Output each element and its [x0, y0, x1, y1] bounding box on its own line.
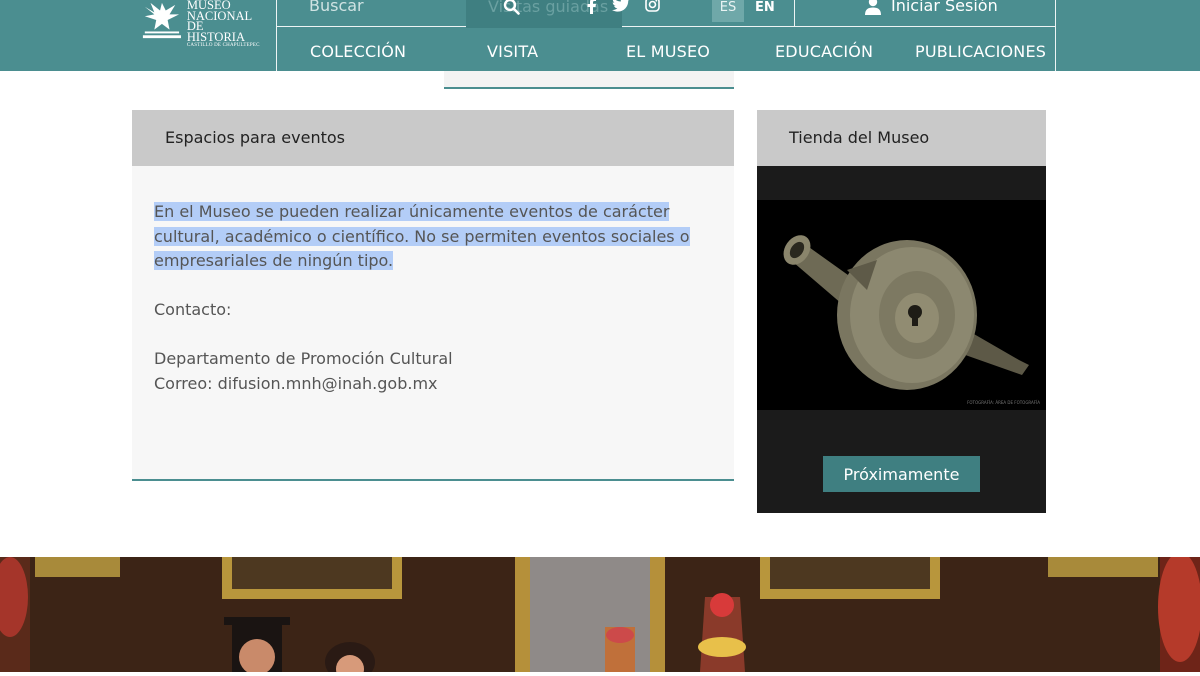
events-panel-title: Espacios para eventos — [132, 110, 734, 166]
user-icon — [865, 0, 881, 15]
login-link[interactable]: Iniciar Sesión — [864, 0, 998, 15]
product-image[interactable]: FOTOGRAFÍA: ÁREA DE FOTOGRAFÍA — [757, 200, 1046, 410]
twitter-icon[interactable] — [612, 0, 630, 16]
contact-email[interactable]: Correo: difusion.mnh@inah.gob.mx — [154, 372, 712, 397]
coming-soon-button[interactable]: Próximamente — [823, 456, 980, 492]
login-label: Iniciar Sesión — [891, 0, 998, 15]
banner-painting — [0, 552, 1200, 676]
events-panel-body: En el Museo se pueden realizar únicament… — [132, 166, 734, 396]
header-divider — [1055, 0, 1056, 71]
cannon-artifact-image — [783, 235, 1029, 390]
logo-line-3: DE HISTORIA — [186, 19, 245, 44]
dropdown-remnant — [444, 71, 734, 89]
language-es-button[interactable]: ES — [712, 0, 744, 22]
logo-subtitle: CASTILLO DE CHAPULTEPEC — [186, 43, 260, 48]
museum-logo[interactable]: MUSEO NACIONAL DE HISTORIA CASTILLO DE C… — [141, 0, 261, 48]
search-icon[interactable] — [503, 0, 520, 19]
historical-painting-image — [0, 552, 1200, 676]
store-panel: Tienda del Museo FOTOGRAFÍA: ÁREA DE FOT… — [757, 110, 1046, 513]
header-divider — [277, 26, 1055, 27]
department-name: Departamento de Promoción Cultural — [154, 349, 453, 368]
store-panel-title: Tienda del Museo — [757, 110, 1046, 166]
nav-el-museo[interactable]: EL MUSEO — [626, 42, 710, 61]
header-divider — [276, 0, 277, 71]
header-divider — [794, 0, 795, 26]
image-credit: FOTOGRAFÍA: ÁREA DE FOTOGRAFÍA — [967, 400, 1040, 405]
selected-text: En el Museo se pueden realizar únicament… — [154, 202, 690, 270]
nav-publicaciones[interactable]: PUBLICACIONES — [915, 42, 1046, 61]
logo-text: MUSEO NACIONAL DE HISTORIA CASTILLO DE C… — [187, 0, 261, 50]
nav-visita[interactable]: VISITA — [487, 42, 538, 61]
nav-educacion[interactable]: EDUCACIÓN — [775, 42, 873, 61]
contact-label: Contacto: — [154, 300, 232, 319]
nav-coleccion[interactable]: COLECCIÓN — [310, 42, 406, 61]
language-en-button[interactable]: EN — [755, 0, 775, 16]
site-header: MUSEO NACIONAL DE HISTORIA CASTILLO DE C… — [0, 0, 1200, 71]
events-paragraph: En el Museo se pueden realizar únicament… — [154, 200, 712, 274]
search-input[interactable]: Buscar — [309, 0, 364, 15]
instagram-icon[interactable] — [645, 0, 660, 16]
facebook-icon[interactable] — [587, 0, 597, 18]
guided-visits-button[interactable]: Visitas guiadas — [466, 0, 622, 28]
eagle-emblem-icon — [142, 2, 181, 39]
events-panel: Espacios para eventos En el Museo se pue… — [132, 110, 734, 481]
